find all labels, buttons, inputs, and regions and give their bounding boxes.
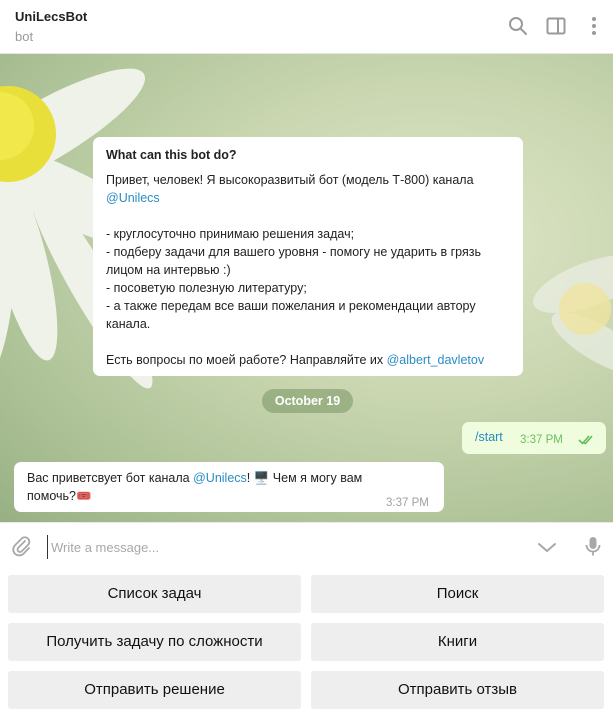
submit-solution-button[interactable]: Отправить решение	[8, 671, 301, 709]
outgoing-message-time: 3:37 PM	[520, 434, 563, 446]
search-button[interactable]: Поиск	[311, 575, 604, 613]
attach-icon[interactable]	[10, 535, 32, 557]
bot-feature-item: - круглосуточно принимаю решения задач;	[106, 227, 355, 241]
channel-link[interactable]: @Unilecs	[106, 191, 160, 205]
bot-description-intro: Привет, человек! Я высокоразвитый бот (м…	[106, 173, 474, 205]
bot-feature-item: - посоветую полезную литературу;	[106, 281, 307, 295]
search-icon[interactable]	[507, 15, 529, 37]
outgoing-message[interactable]: /start 3:37 PM	[462, 422, 606, 454]
outgoing-message-text[interactable]: /start	[475, 430, 503, 444]
bot-keyboard: Список задач Поиск Получить задачу по сл…	[0, 570, 613, 714]
get-task-by-difficulty-button[interactable]: Получить задачу по сложности	[8, 623, 301, 661]
message-composer	[0, 522, 613, 570]
bot-feature-item: - а также передам все ваши пожелания и р…	[106, 299, 480, 331]
incoming-message-text: Вас приветсвует бот канала @Unilecs! 🖥️ …	[27, 471, 363, 503]
bot-feature-item: - подберу задачи для вашего уровня - пом…	[106, 245, 485, 277]
author-link[interactable]: @albert_davletov	[387, 353, 484, 367]
bot-description-footer: Есть вопросы по моей работе? Направляйте…	[106, 353, 485, 367]
books-button[interactable]: Книги	[311, 623, 604, 661]
incoming-message[interactable]: Вас приветсвует бот канала @Unilecs! 🖥️ …	[14, 462, 444, 512]
bot-description-heading: What can this bot do?	[106, 148, 237, 162]
chevron-down-icon[interactable]	[536, 536, 558, 558]
double-check-icon	[578, 435, 593, 445]
date-divider: October 19	[262, 389, 353, 413]
incoming-message-time: 3:37 PM	[386, 497, 429, 509]
bot-description-card: What can this bot do? Привет, человек! Я…	[93, 137, 523, 376]
chat-title[interactable]: UniLecsBot	[15, 9, 87, 24]
microphone-icon[interactable]	[582, 535, 604, 557]
channel-link[interactable]: @Unilecs	[193, 471, 247, 485]
chat-subtitle: bot	[15, 29, 34, 44]
task-list-button[interactable]: Список задач	[8, 575, 301, 613]
chat-header: UniLecsBot bot	[0, 0, 613, 54]
message-input[interactable]	[47, 535, 517, 559]
sidebar-toggle-icon[interactable]	[545, 15, 567, 37]
chat-history[interactable]: What can this bot do? Привет, человек! Я…	[0, 54, 613, 522]
more-vertical-icon[interactable]	[583, 15, 605, 37]
send-feedback-button[interactable]: Отправить отзыв	[311, 671, 604, 709]
